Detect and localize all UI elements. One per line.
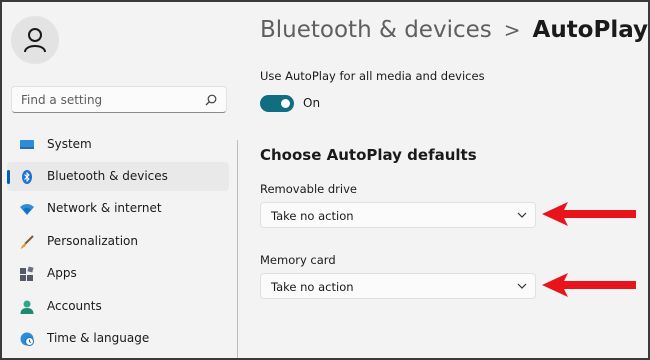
toggle-knob: [281, 99, 290, 108]
autoplay-toggle[interactable]: [260, 95, 294, 112]
sidebar-item-label: Accounts: [47, 299, 102, 313]
main-pane: Bluetooth & devices > AutoPlay Use AutoP…: [238, 0, 650, 360]
sidebar-item-time-language[interactable]: Time & language: [7, 324, 229, 353]
removable-drive-value: Take no action: [271, 209, 354, 223]
removable-drive-label: Removable drive: [260, 182, 357, 196]
memory-card-dropdown[interactable]: Take no action: [260, 273, 536, 299]
bluetooth-icon: [22, 170, 32, 184]
breadcrumb: Bluetooth & devices > AutoPlay: [260, 17, 648, 43]
active-indicator: [7, 170, 10, 184]
memory-card-value: Take no action: [271, 280, 354, 294]
autoplay-toggle-state: On: [303, 96, 321, 110]
brush-icon: [20, 235, 34, 249]
sidebar: Find a setting System Bluetooth & device…: [0, 0, 238, 360]
sidebar-item-label: Bluetooth & devices: [47, 169, 168, 183]
chevron-down-icon: [517, 283, 527, 289]
sidebar-item-apps[interactable]: Apps: [7, 259, 229, 288]
sidebar-item-label: Time & language: [47, 331, 150, 345]
sidebar-item-label: System: [47, 137, 92, 151]
user-avatar[interactable]: [11, 16, 59, 64]
wifi-icon: [20, 204, 34, 215]
sidebar-item-accounts[interactable]: Accounts: [7, 292, 229, 321]
sidebar-item-network-internet[interactable]: Network & internet: [7, 194, 229, 223]
sidebar-item-label: Apps: [47, 266, 77, 280]
sidebar-item-system[interactable]: System: [7, 130, 229, 159]
search-icon[interactable]: [204, 93, 218, 107]
memory-card-label: Memory card: [260, 253, 336, 267]
globe-clock-icon: [20, 332, 34, 346]
search-input[interactable]: Find a setting: [21, 93, 102, 107]
breadcrumb-parent[interactable]: Bluetooth & devices: [260, 17, 492, 43]
person-icon: [20, 300, 34, 314]
sidebar-item-bluetooth-devices[interactable]: Bluetooth & devices: [7, 162, 229, 191]
page-title: AutoPlay: [532, 17, 649, 43]
annotation-arrow: [542, 202, 636, 226]
removable-drive-dropdown[interactable]: Take no action: [260, 202, 536, 228]
apps-icon: [20, 266, 34, 281]
sidebar-item-label: Network & internet: [47, 201, 162, 215]
breadcrumb-separator: >: [503, 18, 521, 42]
section-title: Choose AutoPlay defaults: [260, 146, 477, 164]
sidebar-item-personalization[interactable]: Personalization: [7, 227, 229, 256]
search-box[interactable]: Find a setting: [11, 86, 227, 113]
monitor-icon: [20, 140, 34, 149]
chevron-down-icon: [517, 212, 527, 218]
annotation-arrow: [542, 273, 636, 297]
sidebar-item-label: Personalization: [47, 234, 138, 248]
user-icon: [24, 28, 46, 53]
autoplay-toggle-label: Use AutoPlay for all media and devices: [260, 69, 485, 83]
